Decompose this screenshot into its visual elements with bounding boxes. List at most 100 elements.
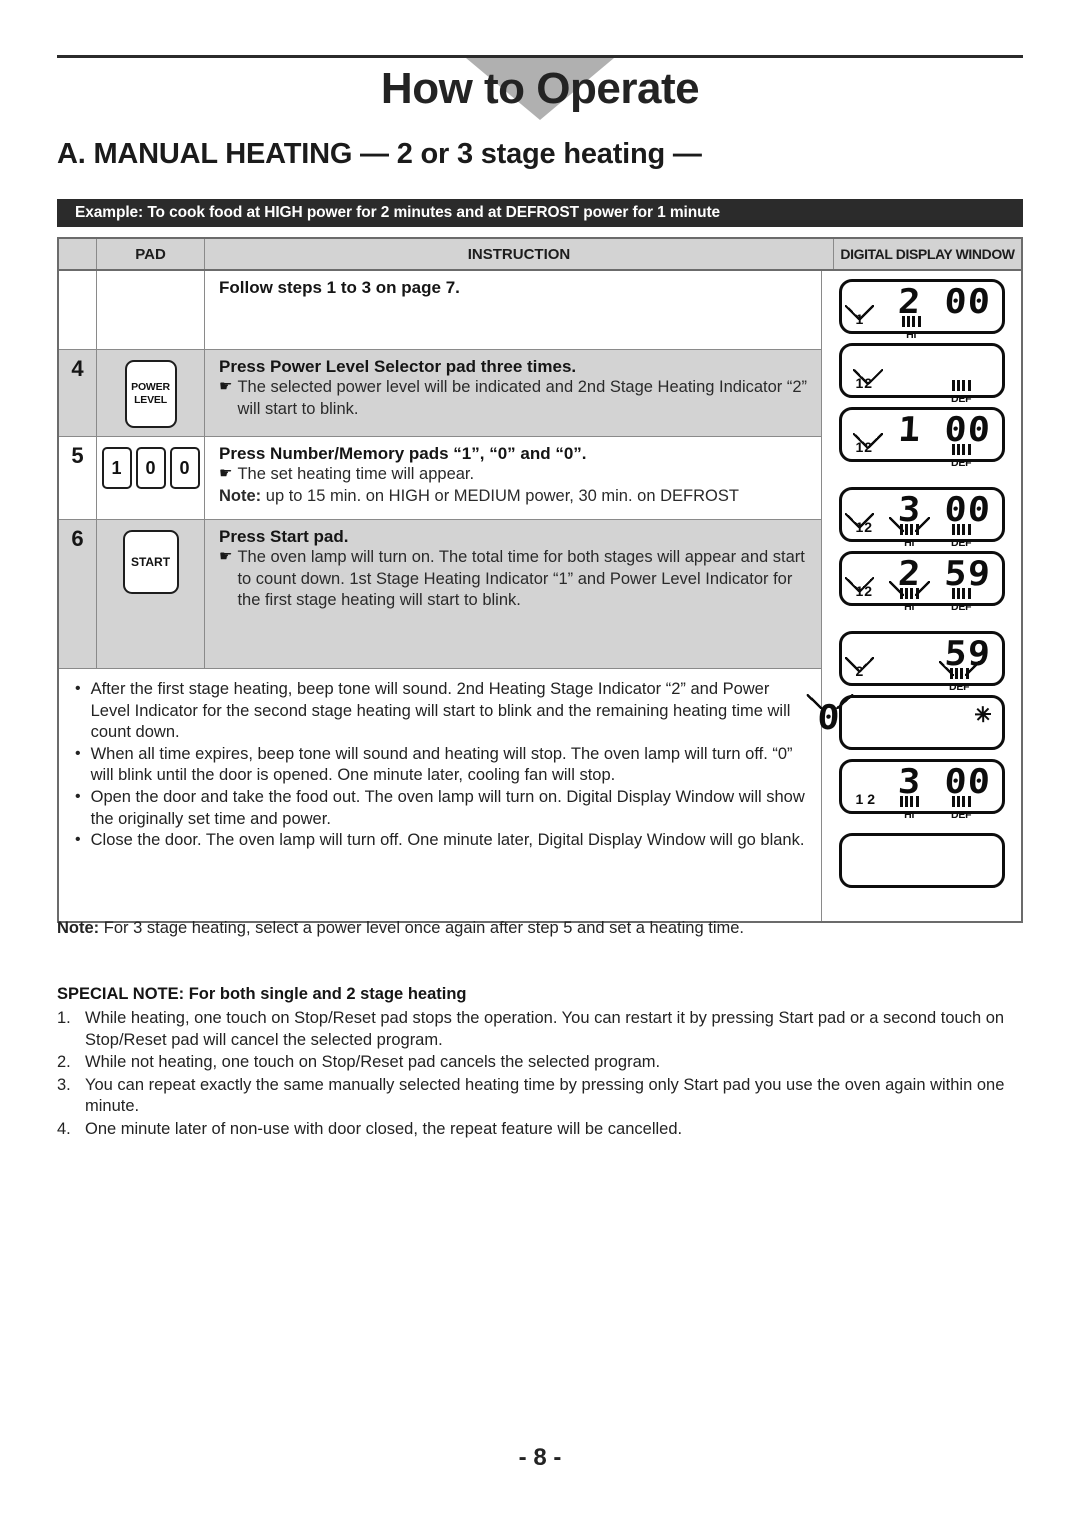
list-item: 4. One minute later of non-use with door… bbox=[57, 1119, 1037, 1141]
bullet-icon: • bbox=[75, 831, 81, 849]
power-bars-icon bbox=[899, 796, 919, 807]
lcd-display-3: 1 00 12 DEF bbox=[838, 407, 1005, 468]
item-text: One minute later of non-use with door cl… bbox=[85, 1120, 683, 1139]
bullet-text: Close the door. The oven lamp will turn … bbox=[90, 831, 805, 850]
item-number: 2. bbox=[57, 1053, 71, 1072]
instruction-cell: Press Start pad. ☛ The oven lamp will tu… bbox=[205, 520, 821, 668]
instruction-bullet: ☛ The selected power level will be indic… bbox=[219, 377, 811, 420]
bullet-text: After the first stage heating, beep tone… bbox=[90, 680, 791, 742]
list-item: • Open the door and take the food out. T… bbox=[75, 787, 805, 830]
lcd-display-6: 59 2 DEF bbox=[838, 631, 1005, 692]
summary-bullets: • After the first stage heating, beep to… bbox=[59, 669, 821, 868]
lcd-digits: 1 00 bbox=[896, 410, 992, 450]
list-item: • After the first stage heating, beep to… bbox=[75, 679, 805, 744]
digital-display-column: 2 00 1 HI 12 DEF 1 00 1 2 DEF 3 00 1 2 H… bbox=[816, 271, 1021, 921]
power-level-indicator-def: DEF bbox=[951, 796, 972, 820]
instruction-cell: Press Number/Memory pads “1”, “0” and “0… bbox=[205, 437, 821, 519]
list-item: 3. You can repeat exactly the same manua… bbox=[57, 1075, 1037, 1118]
pointing-hand-icon: ☛ bbox=[219, 378, 233, 396]
power-bars-icon bbox=[951, 796, 971, 807]
procedure-table: PAD INSTRUCTION DIGITAL DISPLAY WINDOW F… bbox=[57, 237, 1023, 923]
power-level-pad-label-line1: POWER bbox=[131, 381, 170, 394]
stage-1: 1 bbox=[855, 439, 864, 455]
page-title: How to Operate bbox=[380, 64, 700, 113]
stage-1-blinking: 1 bbox=[855, 577, 874, 599]
item-number: 1. bbox=[57, 1009, 71, 1027]
item-number: 3. bbox=[57, 1075, 71, 1094]
item-text: While not heating, one touch on Stop/Res… bbox=[85, 1053, 661, 1072]
instruction-note-text: up to 15 min. on HIGH or MEDIUM power, 3… bbox=[265, 486, 739, 505]
power-bars-icon-blinking bbox=[949, 661, 981, 679]
list-item: 2. While not heating, one touch on Stop/… bbox=[57, 1052, 1037, 1074]
step-number: 4 bbox=[59, 350, 97, 436]
pointing-hand-icon: ☛ bbox=[219, 548, 233, 566]
instruction-cell: Press Power Level Selector pad three tim… bbox=[205, 350, 821, 436]
instruction-note: Note: up to 15 min. on HIGH or MEDIUM po… bbox=[219, 486, 811, 507]
power-bars-icon bbox=[951, 444, 971, 455]
footer-note-label: Note: bbox=[57, 919, 100, 937]
stage-1-blinking: 1 bbox=[855, 305, 874, 327]
lcd-display-4: 3 00 12 HI DEF bbox=[838, 487, 1005, 548]
power-bars-icon-blinking bbox=[899, 517, 931, 535]
bullet-icon: • bbox=[75, 680, 81, 697]
power-bars-icon bbox=[901, 316, 921, 327]
power-label: HI bbox=[906, 329, 917, 341]
power-level-pad[interactable]: POWER LEVEL bbox=[124, 360, 177, 428]
stage-2-blinking: 2 bbox=[864, 369, 883, 391]
lcd-display-1: 2 00 1 HI bbox=[838, 279, 1005, 340]
stage-2: 2 bbox=[867, 791, 876, 807]
instruction-text: The set heating time will appear. bbox=[237, 465, 475, 484]
bullet-text: Open the door and take the food out. The… bbox=[90, 788, 805, 828]
power-bars-icon bbox=[951, 524, 971, 535]
list-item: • When all time expires, beep tone will … bbox=[75, 744, 805, 787]
step-number: 5 bbox=[59, 437, 97, 519]
item-text: You can repeat exactly the same manually… bbox=[85, 1075, 1005, 1116]
pad-cell: POWER LEVEL bbox=[97, 350, 205, 436]
instruction-title: Press Start pad. bbox=[219, 527, 349, 546]
power-level-indicator-def: DEF bbox=[949, 661, 981, 692]
power-label: DEF bbox=[950, 809, 972, 821]
step-number: 6 bbox=[59, 520, 97, 668]
power-level-indicator-def: DEF bbox=[951, 380, 972, 404]
lcd-digits: 59 bbox=[943, 634, 992, 674]
table-header-row: PAD INSTRUCTION DIGITAL DISPLAY WINDOW bbox=[59, 239, 1021, 271]
power-level-indicator-def: DEF bbox=[951, 444, 972, 468]
blink-rays-icon bbox=[970, 700, 996, 726]
start-pad[interactable]: START bbox=[122, 530, 179, 594]
stage-2: 2 bbox=[864, 583, 873, 599]
instruction-title: Follow steps 1 to 3 on page 7. bbox=[219, 278, 460, 297]
footer-note-text: For 3 stage heating, select a power leve… bbox=[103, 919, 744, 937]
instruction-note-label: Note: bbox=[219, 486, 262, 505]
table-row: Follow steps 1 to 3 on page 7. bbox=[59, 271, 821, 350]
stage-indicator: 1 bbox=[855, 305, 874, 327]
step-number bbox=[59, 271, 97, 349]
table-row: 4 POWER LEVEL Press Power Level Selector… bbox=[59, 350, 821, 437]
number-memory-pads: 1 0 0 bbox=[101, 447, 200, 489]
power-bars-icon bbox=[951, 380, 971, 391]
manual-page: How to Operate A. MANUAL HEATING — 2 or … bbox=[0, 0, 1080, 1524]
summary-bullets-row: • After the first stage heating, beep to… bbox=[59, 669, 821, 921]
column-header-display: DIGITAL DISPLAY WINDOW bbox=[840, 246, 1015, 262]
stage-indicator: 12 bbox=[856, 369, 883, 391]
section-heading: A. MANUAL HEATING — 2 or 3 stage heating… bbox=[57, 138, 702, 170]
number-pad-1[interactable]: 1 bbox=[101, 447, 132, 489]
instruction-bullet: ☛ The set heating time will appear. bbox=[219, 464, 811, 485]
special-note-section: SPECIAL NOTE: For both single and 2 stag… bbox=[57, 985, 1037, 1142]
power-level-indicator-hi: HI bbox=[899, 581, 931, 612]
page-number: - 8 - bbox=[518, 1444, 562, 1471]
lcd-display-7: 0 bbox=[816, 695, 1005, 750]
stage-indicator: 12 bbox=[856, 792, 876, 806]
instruction-text: The selected power level will be indicat… bbox=[237, 378, 808, 418]
power-label: HI bbox=[904, 601, 915, 613]
pad-cell: 1 0 0 bbox=[97, 437, 205, 519]
lcd-display-2: 12 DEF bbox=[838, 343, 1005, 404]
special-note-title: SPECIAL NOTE: For both single and 2 stag… bbox=[57, 985, 467, 1003]
power-bars-icon-blinking bbox=[899, 581, 931, 599]
number-pad-0-second[interactable]: 0 bbox=[169, 447, 200, 489]
table-row: 6 START Press Start pad. ☛ The oven lamp… bbox=[59, 520, 821, 669]
example-banner: Example: To cook food at HIGH power for … bbox=[57, 199, 1023, 227]
stage-1-blinking: 1 bbox=[855, 513, 874, 535]
stage-2-blinking: 2 bbox=[855, 657, 874, 679]
bullet-icon: • bbox=[75, 788, 81, 806]
number-pad-0-first[interactable]: 0 bbox=[135, 447, 166, 489]
